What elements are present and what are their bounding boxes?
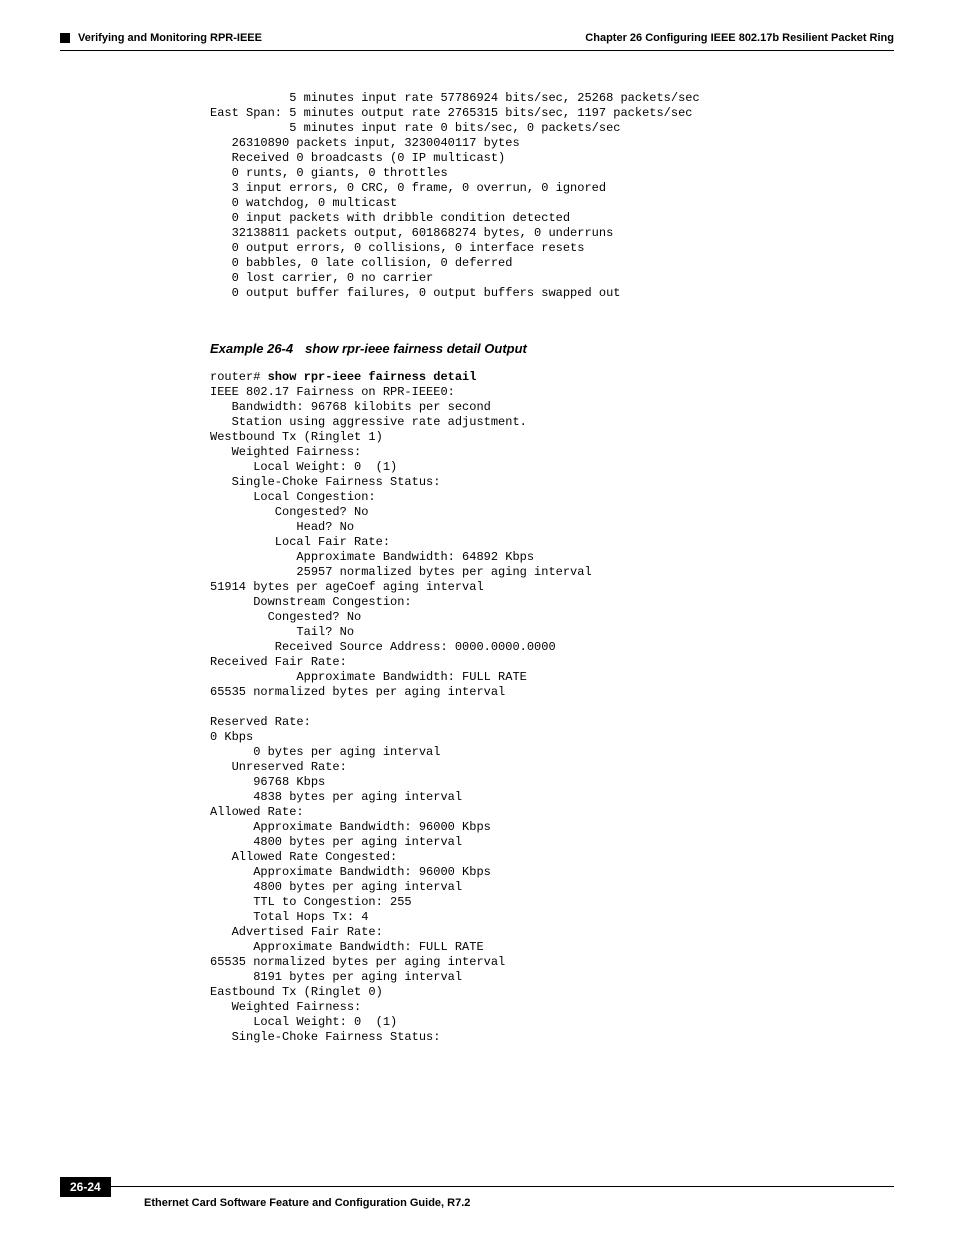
- code-block-interface-stats: 5 minutes input rate 57786924 bits/sec, …: [210, 91, 894, 301]
- cli-output: IEEE 802.17 Fairness on RPR-IEEE0: Bandw…: [210, 385, 592, 1044]
- example-number: Example 26-4: [210, 341, 293, 356]
- page-number: 26-24: [60, 1177, 111, 1197]
- header-rule: [60, 50, 894, 51]
- header-chapter: Chapter 26 Configuring IEEE 802.17b Resi…: [585, 32, 894, 44]
- header-marker-icon: [60, 33, 70, 43]
- footer-rule: [80, 1186, 894, 1187]
- code-block-fairness: router# show rpr-ieee fairness detail IE…: [210, 370, 894, 1045]
- example-title: Example 26-4 show rpr-ieee fairness detai…: [210, 341, 894, 356]
- header-section: Verifying and Monitoring RPR-IEEE: [78, 32, 262, 44]
- running-header: Verifying and Monitoring RPR-IEEE Chapte…: [60, 32, 894, 44]
- cli-prompt: router#: [210, 370, 268, 384]
- example-caption: show rpr-ieee fairness detail Output: [305, 341, 527, 356]
- footer-title: Ethernet Card Software Feature and Confi…: [144, 1197, 894, 1209]
- page-footer: Ethernet Card Software Feature and Confi…: [60, 1179, 894, 1209]
- cli-command: show rpr-ieee fairness detail: [268, 370, 477, 384]
